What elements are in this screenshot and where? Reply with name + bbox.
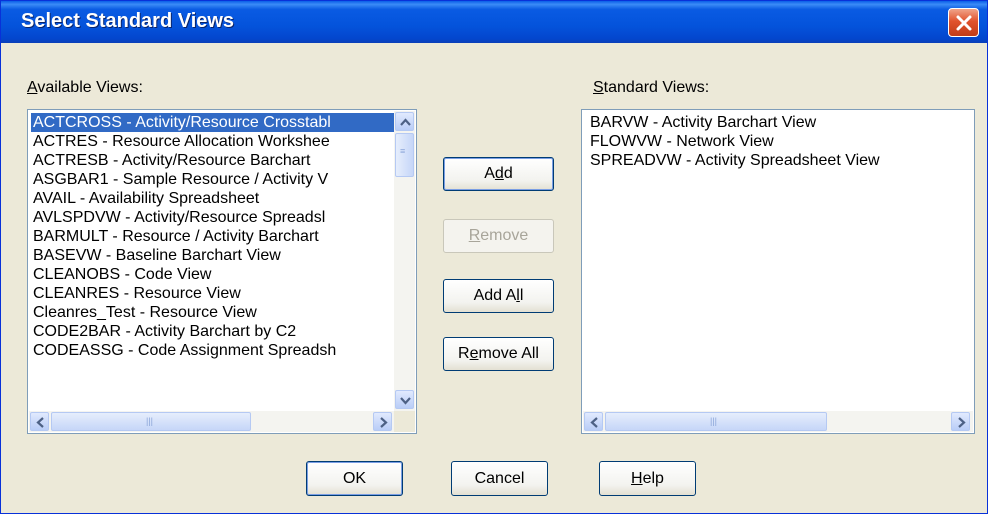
add-button[interactable]: Add bbox=[443, 157, 554, 191]
list-item[interactable]: BARVW - Activity Barchart View bbox=[588, 113, 971, 132]
arrow-right-icon bbox=[380, 417, 388, 428]
horizontal-scroll-thumb[interactable]: ||| bbox=[605, 412, 827, 431]
standard-views-label: Standard Views: bbox=[593, 79, 710, 96]
list-item[interactable]: Cleanres_Test - Resource View bbox=[31, 303, 394, 322]
arrow-left-icon bbox=[590, 417, 598, 428]
arrow-up-icon bbox=[400, 118, 411, 126]
arrow-left-icon bbox=[36, 417, 44, 428]
list-item[interactable]: AVLSPDVW - Activity/Resource Spreadsl bbox=[31, 208, 394, 227]
available-horizontal-scrollbar[interactable]: ||| bbox=[29, 411, 395, 432]
scroll-down-button[interactable] bbox=[395, 390, 414, 409]
title-bar[interactable]: Select Standard Views bbox=[1, 1, 987, 43]
available-views-list[interactable]: ACTCROSS - Activity/Resource Crosstabl A… bbox=[27, 109, 417, 434]
scroll-right-button[interactable] bbox=[951, 412, 970, 431]
standard-horizontal-scrollbar[interactable]: ||| bbox=[583, 411, 973, 432]
list-item[interactable]: SPREADVW - Activity Spreadsheet View bbox=[588, 151, 971, 170]
list-item[interactable]: CODEASSG - Code Assignment Spreadsh bbox=[31, 341, 394, 360]
scroll-left-button[interactable] bbox=[30, 412, 49, 431]
help-button[interactable]: Help bbox=[599, 461, 696, 496]
list-item[interactable]: CLEANOBS - Code View bbox=[31, 265, 394, 284]
vertical-scroll-thumb[interactable]: ≡ bbox=[395, 133, 414, 177]
list-item[interactable]: FLOWVW - Network View bbox=[588, 132, 971, 151]
scroll-left-button[interactable] bbox=[584, 412, 603, 431]
cancel-button[interactable]: Cancel bbox=[451, 461, 548, 496]
list-item[interactable]: CLEANRES - Resource View bbox=[31, 284, 394, 303]
close-button[interactable] bbox=[948, 8, 979, 37]
list-item[interactable]: BARMULT - Resource / Activity Barchart bbox=[31, 227, 394, 246]
list-item[interactable]: ASGBAR1 - Sample Resource / Activity V bbox=[31, 170, 394, 189]
list-item[interactable]: ACTRESB - Activity/Resource Barchart bbox=[31, 151, 394, 170]
available-vertical-scrollbar[interactable]: ≡ bbox=[394, 111, 415, 411]
remove-all-button[interactable]: Remove All bbox=[443, 337, 554, 371]
standard-views-list[interactable]: BARVW - Activity Barchart View FLOWVW - … bbox=[581, 109, 975, 434]
available-views-items: ACTCROSS - Activity/Resource Crosstabl A… bbox=[31, 113, 394, 409]
dialog-title: Select Standard Views bbox=[21, 10, 235, 32]
scroll-right-button[interactable] bbox=[373, 412, 392, 431]
scroll-corner bbox=[394, 411, 415, 432]
remove-button[interactable]: Remove bbox=[443, 219, 554, 253]
ok-button[interactable]: OK bbox=[306, 461, 403, 496]
scroll-up-button[interactable] bbox=[395, 112, 414, 131]
list-item[interactable]: ACTCROSS - Activity/Resource Crosstabl bbox=[31, 113, 394, 132]
arrow-right-icon bbox=[958, 417, 966, 428]
list-item[interactable]: ACTRES - Resource Allocation Workshee bbox=[31, 132, 394, 151]
list-item[interactable]: BASEVW - Baseline Barchart View bbox=[31, 246, 394, 265]
arrow-down-icon bbox=[400, 397, 411, 405]
list-item[interactable]: AVAIL - Availability Spreadsheet bbox=[31, 189, 394, 208]
horizontal-scroll-thumb[interactable]: ||| bbox=[51, 412, 251, 431]
standard-views-items: BARVW - Activity Barchart View FLOWVW - … bbox=[588, 113, 971, 409]
add-all-button[interactable]: Add All bbox=[443, 279, 554, 313]
available-views-label: Available Views: bbox=[27, 79, 143, 96]
list-item[interactable]: CODE2BAR - Activity Barchart by C2 bbox=[31, 322, 394, 341]
dialog-window: Select Standard Views Available Views: A… bbox=[0, 0, 988, 514]
close-icon bbox=[956, 15, 972, 31]
